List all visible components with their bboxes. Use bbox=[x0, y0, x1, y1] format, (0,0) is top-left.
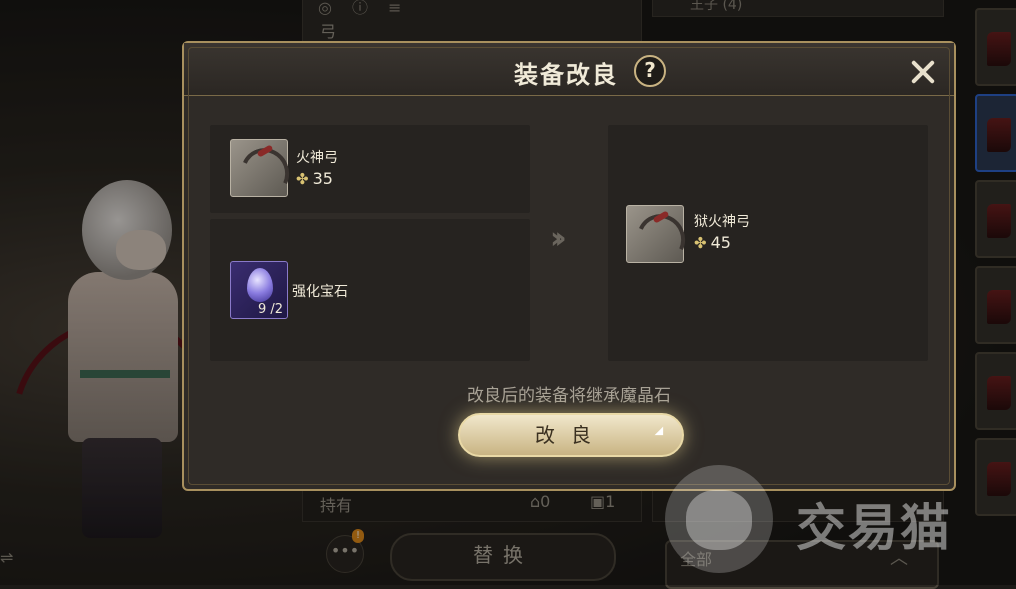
improve-button[interactable]: 改良 bbox=[458, 413, 684, 457]
close-button[interactable] bbox=[906, 55, 940, 89]
material-box: 9 /2 强化宝石 bbox=[210, 219, 530, 361]
dialog-title: 装备改良 bbox=[514, 60, 618, 89]
result-equipment-icon[interactable] bbox=[626, 205, 693, 271]
material-count: 9 /2 bbox=[257, 302, 283, 317]
material-icon[interactable]: 9 /2 bbox=[230, 261, 288, 319]
result-level-value: 45 bbox=[710, 233, 731, 252]
result-equipment-level: ✤ 45 bbox=[694, 233, 731, 252]
double-chevron-right-icon: ›› bbox=[550, 221, 566, 256]
level-star-icon: ✤ bbox=[694, 234, 707, 252]
equipment-improve-dialog: 装备改良 ? 火神弓 ✤ 35 9 /2 强化宝石 ›› 狱火神弓 ✤ 45 改良后… bbox=[182, 41, 956, 491]
level-star-icon: ✤ bbox=[296, 170, 309, 188]
material-name: 强化宝石 bbox=[292, 284, 348, 300]
source-equipment-box: 火神弓 ✤ 35 bbox=[210, 125, 530, 213]
inherit-note: 改良后的装备将继承魔晶石 bbox=[467, 386, 671, 406]
source-equipment-icon[interactable] bbox=[230, 139, 297, 205]
source-equipment-name: 火神弓 bbox=[296, 150, 338, 166]
source-equipment-level: ✤ 35 bbox=[296, 169, 333, 188]
watermark-text: 交易猫 bbox=[796, 499, 952, 557]
result-equipment-box: 狱火神弓 ✤ 45 bbox=[608, 125, 928, 361]
dialog-header: 装备改良 ? bbox=[184, 43, 954, 96]
watermark-cat-icon bbox=[686, 490, 752, 550]
help-button[interactable]: ? bbox=[634, 55, 666, 87]
result-equipment-name: 狱火神弓 bbox=[694, 214, 750, 230]
source-level-value: 35 bbox=[312, 169, 333, 188]
gem-icon bbox=[247, 268, 273, 302]
